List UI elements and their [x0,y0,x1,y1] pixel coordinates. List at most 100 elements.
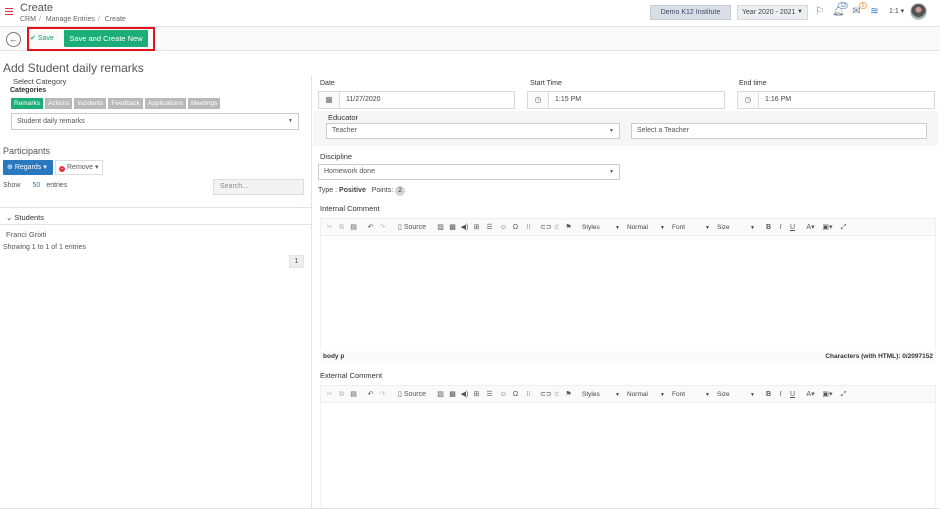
breadcrumb-crm[interactable]: CRM [20,16,36,23]
styles-combo[interactable]: Styles ▼ [580,222,620,234]
size-combo[interactable]: Size ▼ [715,389,755,401]
size-combo[interactable]: Size ▼ [715,222,755,234]
tab-incidents[interactable]: Incidents [74,98,107,109]
save-button[interactable]: ✔ Save [30,31,60,46]
maximize-icon[interactable]: ⤢ [839,390,848,400]
participants-label: Participants [3,146,51,156]
styles-combo[interactable]: Styles ▼ [580,389,620,401]
discipline-select[interactable]: Homework done ▼ [318,164,620,180]
paste-icon[interactable]: ▤ [349,223,358,233]
bell-icon[interactable]: 🔔︎ 12 [832,2,848,17]
image2-icon[interactable]: ▩ [448,390,457,400]
regards-label: Regards [14,164,42,171]
smiley-icon[interactable]: ☺ [499,223,508,233]
date-input[interactable]: ▦ 11/27/2020 [318,91,515,109]
search-input[interactable]: Search... [213,179,304,195]
external-comment-label: External Comment [320,371,383,380]
table-row[interactable]: Franci Grixti [6,230,46,239]
pagination-page-1[interactable]: 1 [289,255,304,268]
image2-icon[interactable]: ▩ [448,223,457,233]
horizontal-line-icon[interactable]: ☰ [485,390,494,400]
check-icon: ✔ [30,35,36,42]
flag-icon[interactable]: ⚐ [814,6,825,17]
tab-remarks[interactable]: Remarks [11,98,44,109]
undo-icon[interactable]: ↶ [366,390,375,400]
layers-icon[interactable]: ≋ [869,6,880,17]
redo-icon[interactable]: ↷ [378,390,387,400]
students-group-header[interactable]: ⌄ Students [6,213,44,222]
text-color-icon[interactable]: A▾ [803,390,818,400]
bold-icon[interactable]: B [764,390,773,400]
font-combo[interactable]: Font ▼ [670,222,710,234]
page-break-icon[interactable]: ⁝⁝ [524,223,533,233]
educator-type-select[interactable]: Teacher ▼ [326,123,620,139]
right-panel: Date ▦ 11/27/2020 Start Time ◷ 1:15 PM End… [313,76,940,509]
envelope-icon[interactable]: ✉ 0 [851,2,867,17]
bold-icon[interactable]: B [764,223,773,233]
table-icon[interactable]: ⊞ [472,390,481,400]
link-icon[interactable]: ⊂⊃ [540,223,552,233]
link-icon[interactable]: ⊂⊃ [540,390,552,400]
smiley-icon[interactable]: ☺ [499,390,508,400]
chevron-down-icon: ▼ [797,9,803,15]
bg-color-icon[interactable]: ▣▾ [820,223,835,233]
audio-icon[interactable]: ◀) [460,390,469,400]
omega-icon[interactable]: Ω [511,223,520,233]
text-color-icon[interactable]: A▾ [803,223,818,233]
redo-icon[interactable]: ↷ [378,223,387,233]
underline-icon[interactable]: U [788,390,797,400]
format-combo[interactable]: Normal ▼ [625,222,665,234]
flag-icon[interactable]: ⚑ [564,223,573,233]
tab-applications[interactable]: Applications [144,98,186,109]
audio-icon[interactable]: ◀) [460,223,469,233]
tab-feedback[interactable]: Feedback [108,98,143,109]
copy-icon[interactable]: ⧉ [337,390,346,400]
page-break-icon[interactable]: ⁝⁝ [524,390,533,400]
cut-icon[interactable]: ✂ [325,223,334,233]
unlink-icon[interactable]: ⊄ [552,223,561,233]
flag-icon[interactable]: ⚑ [564,390,573,400]
teacher-select[interactable]: Select a Teacher [631,123,927,139]
font-combo[interactable]: Font ▼ [670,389,710,401]
chevron-down-icon: ▼ [609,128,614,134]
maximize-icon[interactable]: ⤢ [839,223,848,233]
remove-button[interactable]: − Remove ▾ [55,160,103,175]
table-icon[interactable]: ⊞ [472,223,481,233]
avatar[interactable] [910,3,927,20]
year-dropdown[interactable]: Year 2020 - 2021 ▼ [737,5,808,20]
undo-icon[interactable]: ↶ [366,223,375,233]
italic-icon[interactable]: I [776,223,785,233]
styles-label: Styles [582,224,600,231]
category-select[interactable]: Student daily remarks ▼ [11,113,299,130]
image-icon[interactable]: ▨ [436,223,445,233]
tab-meetings[interactable]: Meetings [187,98,221,109]
cut-icon[interactable]: ✂ [325,390,334,400]
page-length-select[interactable]: 50 [33,182,41,189]
source-button[interactable]: ▯ Source [395,223,429,233]
omega-icon[interactable]: Ω [511,390,520,400]
size-label: Size [717,224,730,231]
source-button[interactable]: ▯ Source [395,390,429,400]
paste-icon[interactable]: ▤ [349,390,358,400]
back-button[interactable]: ← [6,32,21,47]
breadcrumb-manage-entries[interactable]: Manage Entries [46,16,95,23]
menu-icon[interactable] [5,8,13,16]
tab-actions[interactable]: Actions [45,98,73,109]
user-menu[interactable]: 1:1 ▾ [889,7,904,15]
save-and-create-new-button[interactable]: Save and Create New [64,30,148,47]
unlink-icon[interactable]: ⊄ [552,390,561,400]
type-label: Type : [318,187,338,194]
internal-comment-editor[interactable] [320,236,936,349]
format-combo[interactable]: Normal ▼ [625,389,665,401]
bg-color-icon[interactable]: ▣▾ [820,390,835,400]
regards-button[interactable]: ⊕ Regards ▾ [3,160,53,175]
external-comment-editor[interactable] [320,403,936,507]
end-time-input[interactable]: ◷ 1:16 PM [737,91,935,109]
horizontal-line-icon[interactable]: ☰ [485,223,494,233]
image-icon[interactable]: ▨ [436,390,445,400]
start-time-input[interactable]: ◷ 1:15 PM [527,91,725,109]
copy-icon[interactable]: ⧉ [337,223,346,233]
institute-button[interactable]: Demo K12 Institute [650,5,731,20]
italic-icon[interactable]: I [776,390,785,400]
underline-icon[interactable]: U [788,223,797,233]
